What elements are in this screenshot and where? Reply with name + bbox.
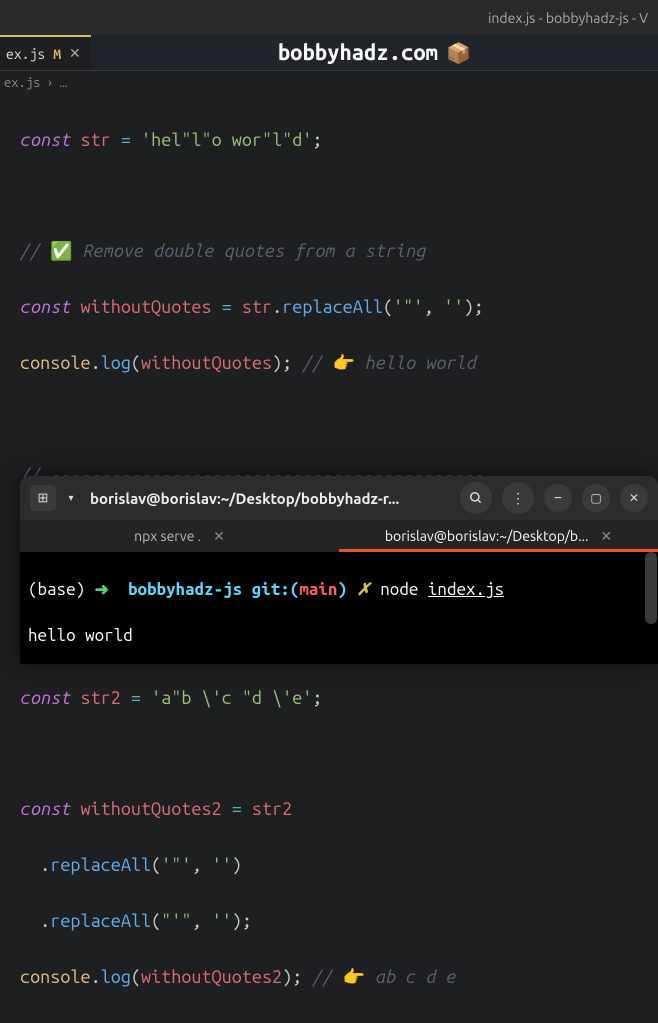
new-tab-dropdown[interactable]: ▾ xyxy=(62,485,80,511)
code-line: const withoutQuotes2 = str2 xyxy=(20,796,638,824)
tab-modified-indicator: M xyxy=(53,46,61,62)
terminal-body[interactable]: (base) ➜ bobbyhadz-js git:(main) ✗ node … xyxy=(20,552,658,664)
code-line: .replaceAll("'", ''); xyxy=(20,908,638,936)
breadcrumb[interactable]: ex.js › … xyxy=(0,71,658,95)
editor-tab-strip: ex.js M ✕ bobbyhadz.com 📦 xyxy=(0,35,658,71)
terminal-window: ⊞ ▾ borislav@borislav:~/Desktop/bobbyhad… xyxy=(20,476,658,664)
editor-tab[interactable]: ex.js M ✕ xyxy=(0,35,91,70)
code-line xyxy=(20,740,638,768)
close-button[interactable]: ✕ xyxy=(620,484,648,512)
search-icon[interactable] xyxy=(460,482,492,514)
code-line: const str2 = 'a"b \'c "d \'e'; xyxy=(20,685,638,713)
terminal-tab-2[interactable]: borislav@borislav:~/Desktop/b... ✕ xyxy=(339,520,658,552)
scrollbar[interactable] xyxy=(645,552,657,624)
code-line: const str = 'hel"l"o wor"l"d'; xyxy=(20,127,638,155)
close-icon[interactable]: ✕ xyxy=(69,45,81,62)
code-line: console.log(withoutQuotes); // 👉️ hello … xyxy=(20,350,638,378)
breadcrumb-file: ex.js xyxy=(4,76,40,90)
tab-filename: ex.js xyxy=(6,46,45,62)
code-line: console.log(withoutQuotes2); // 👉️ ab c … xyxy=(20,964,638,992)
close-icon[interactable]: ✕ xyxy=(600,528,612,545)
minimize-button[interactable]: ─ xyxy=(544,484,572,512)
code-line xyxy=(20,183,638,211)
cube-icon: 📦 xyxy=(446,41,471,65)
terminal-line: hello world xyxy=(28,625,650,648)
terminal-tabs: npx serve . ✕ borislav@borislav:~/Deskto… xyxy=(20,520,658,552)
terminal-new-tab-group: ⊞ ▾ xyxy=(30,485,80,511)
window-title-bar: index.js - bobbyhadz-js - V xyxy=(0,0,658,35)
terminal-line: (base) ➜ bobbyhadz-js git:(main) ✗ node … xyxy=(28,579,650,602)
banner-text: bobbyhadz.com xyxy=(278,40,438,65)
code-line: .replaceAll('"', '') xyxy=(20,852,638,880)
menu-icon[interactable]: ⋮ xyxy=(502,482,534,514)
banner: bobbyhadz.com 📦 xyxy=(91,35,658,70)
terminal-title: borislav@borislav:~/Desktop/bobbyhadz-r.… xyxy=(90,490,450,507)
terminal-titlebar: ⊞ ▾ borislav@borislav:~/Desktop/bobbyhad… xyxy=(20,476,658,520)
window-title: index.js - bobbyhadz-js - V xyxy=(488,10,648,26)
terminal-tab-label: borislav@borislav:~/Desktop/b... xyxy=(385,528,589,544)
code-line xyxy=(20,406,638,434)
terminal-tab-label: npx serve . xyxy=(134,528,201,544)
close-icon[interactable]: ✕ xyxy=(213,528,225,545)
terminal-tab-1[interactable]: npx serve . ✕ xyxy=(20,520,339,552)
code-line: const withoutQuotes = str.replaceAll('"'… xyxy=(20,294,638,322)
maximize-button[interactable]: ▢ xyxy=(582,484,610,512)
new-tab-button[interactable]: ⊞ xyxy=(30,485,56,511)
chevron-right-icon: › xyxy=(46,76,53,90)
breadcrumb-more: … xyxy=(60,76,67,90)
code-line: // ✅ Remove double quotes from a string xyxy=(20,238,638,266)
